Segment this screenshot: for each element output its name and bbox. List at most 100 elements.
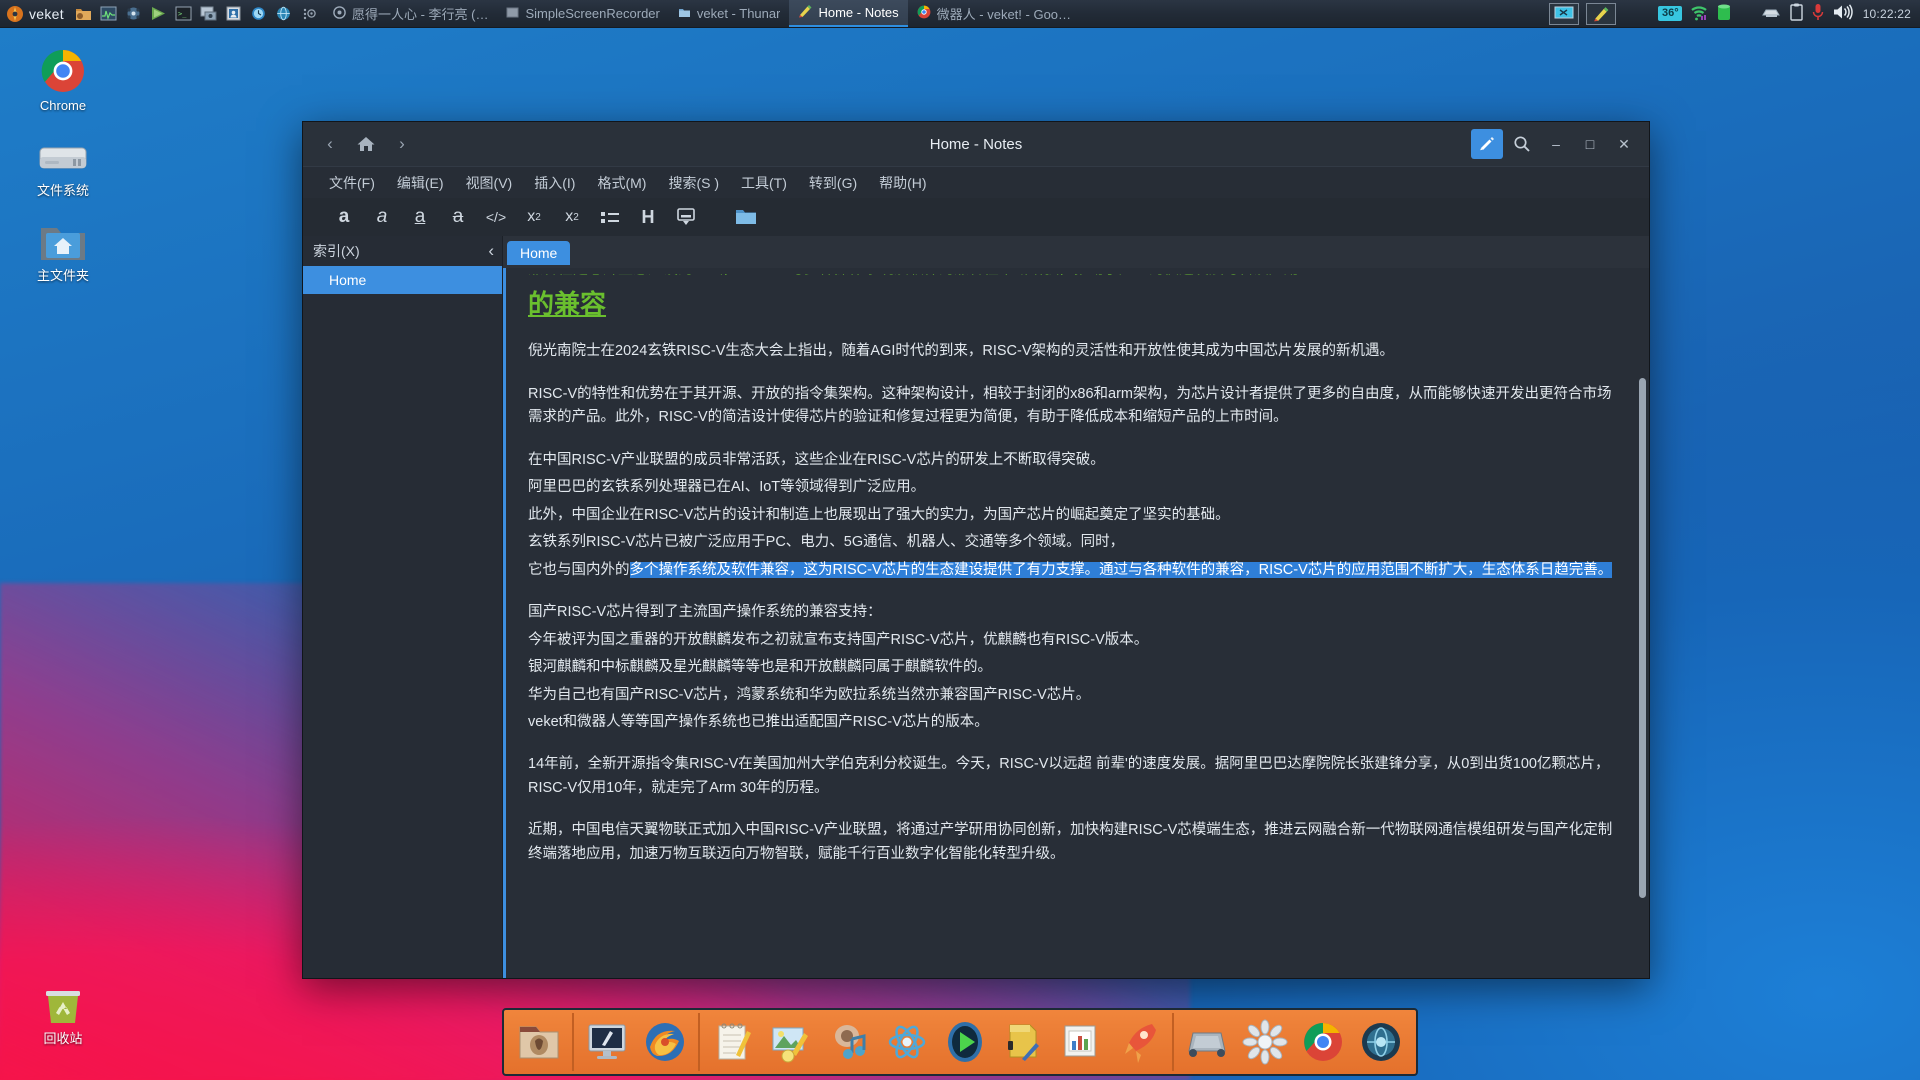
- menu-edit[interactable]: 编辑(E): [397, 173, 444, 193]
- strikethrough-icon[interactable]: a: [443, 203, 473, 231]
- subscript-icon[interactable]: x2: [519, 203, 549, 231]
- microphone-icon[interactable]: [1811, 3, 1825, 24]
- desktop-icon-label: 回收站: [43, 1031, 83, 1046]
- settings-icon[interactable]: [1237, 1013, 1293, 1071]
- heading-icon[interactable]: H: [633, 203, 663, 231]
- minimize-button[interactable]: –: [1541, 129, 1571, 159]
- folder-icon[interactable]: [731, 203, 761, 231]
- sidebar-header: 索引(X) ‹: [303, 236, 502, 266]
- veket-menu-label[interactable]: veket: [29, 6, 64, 22]
- folder-icon: [678, 6, 691, 22]
- run-icon[interactable]: [148, 4, 170, 24]
- image-editor-icon[interactable]: [763, 1013, 819, 1071]
- temperature-badge[interactable]: 36°: [1658, 6, 1682, 21]
- desktop-monitor-icon[interactable]: [579, 1013, 635, 1071]
- chrome-icon[interactable]: [1295, 1013, 1351, 1071]
- terminal-icon[interactable]: >_: [173, 4, 195, 24]
- bold-icon[interactable]: a: [329, 203, 359, 231]
- menu-goto[interactable]: 转到(G): [809, 173, 857, 193]
- task-button[interactable]: veket - Thunar: [669, 0, 790, 27]
- battery-icon[interactable]: [1716, 3, 1732, 24]
- firefox-icon[interactable]: [637, 1013, 693, 1071]
- menu-view[interactable]: 视图(V): [466, 173, 513, 193]
- navigation-buttons: ‹ ›: [317, 131, 415, 157]
- notes-tray-icon[interactable]: [1586, 2, 1617, 25]
- paragraph-line: 银河麒麟和中标麒麟及星光麒麟等等也是和开放麒麟同属于麒麟软件的。: [528, 659, 992, 676]
- insert-box-icon[interactable]: [671, 203, 701, 231]
- clock-label[interactable]: 10:22:22: [1863, 7, 1911, 21]
- scrollbar-thumb[interactable]: [1639, 378, 1646, 898]
- volume-icon[interactable]: [1832, 3, 1854, 24]
- desktop-icon-recycle-bin[interactable]: 回收站: [12, 979, 114, 1047]
- dock-group: [576, 1013, 696, 1071]
- vm-icon[interactable]: [1179, 1013, 1235, 1071]
- close-button[interactable]: ✕: [1609, 129, 1639, 159]
- taskbar-task-list: 愿得一人心 - 李行亮 (… SimpleScreenRecorder veke…: [324, 0, 1549, 27]
- scrollbar-track[interactable]: [1637, 268, 1646, 978]
- task-button-active[interactable]: Home - Notes: [789, 0, 908, 27]
- office-icon[interactable]: [1053, 1013, 1109, 1071]
- desktop-icon-home-folder[interactable]: 主文件夹: [12, 216, 114, 284]
- forward-button[interactable]: ›: [389, 131, 415, 157]
- clipped-top-line: 兼容性是芯片生态建设的基础，RISC-V与多种操作系统及软件的兼容性不断增强，推…: [528, 274, 1619, 283]
- sidebar-item-label: Home: [329, 272, 367, 288]
- document-viewport[interactable]: 兼容性是芯片生态建设的基础，RISC-V与多种操作系统及软件的兼容性不断增强，推…: [503, 268, 1649, 978]
- menu-help[interactable]: 帮助(H): [879, 173, 926, 193]
- desktop-icon-chrome[interactable]: Chrome: [12, 46, 114, 114]
- wifi-icon[interactable]: [1689, 4, 1709, 24]
- notes-icon: [798, 4, 812, 21]
- search-icon[interactable]: [1507, 129, 1537, 159]
- superscript-icon[interactable]: x2: [557, 203, 587, 231]
- rocket-icon[interactable]: [1111, 1013, 1167, 1071]
- system-tray: 36° 10:22:22: [1549, 2, 1920, 25]
- maximize-button[interactable]: □: [1575, 129, 1605, 159]
- network-icon[interactable]: [273, 4, 295, 24]
- file-manager-icon[interactable]: [511, 1013, 567, 1071]
- tab-home[interactable]: Home: [507, 241, 571, 265]
- desktop-icon-filesystem[interactable]: 文件系统: [12, 131, 114, 199]
- music-icon[interactable]: [821, 1013, 877, 1071]
- chrome-icon: [12, 46, 114, 94]
- menu-dots-icon[interactable]: [298, 4, 320, 24]
- home-icon[interactable]: [353, 131, 379, 157]
- formatting-toolbar: a a a a </> x2 x2 H: [303, 198, 1649, 236]
- code-icon[interactable]: </>: [481, 203, 511, 231]
- task-button[interactable]: SimpleScreenRecorder: [497, 0, 668, 27]
- menu-format[interactable]: 格式(M): [597, 173, 646, 193]
- veket-logo-icon[interactable]: [6, 5, 24, 23]
- window-titlebar[interactable]: ‹ › Home - Notes – □ ✕: [303, 122, 1649, 166]
- text-editor-icon[interactable]: [995, 1013, 1051, 1071]
- globe-icon[interactable]: [1353, 1013, 1409, 1071]
- index-sidebar: 索引(X) ‹ Home: [303, 236, 503, 978]
- paragraph-line: 玄铁系列RISC-V芯片已被广泛应用于PC、电力、5G通信、机器人、交通等多个领…: [528, 534, 1125, 551]
- task-button[interactable]: 微器人 - veket! - Goo…: [908, 0, 1080, 27]
- menu-search[interactable]: 搜索(S ): [668, 173, 719, 193]
- italic-icon[interactable]: a: [367, 203, 397, 231]
- window-body: 索引(X) ‹ Home Home 兼容性是芯片生态建设的基础，RISC-V与多…: [303, 236, 1649, 978]
- system-monitor-icon[interactable]: [98, 4, 120, 24]
- contacts-icon[interactable]: [223, 4, 245, 24]
- sidebar-item-home[interactable]: Home: [303, 266, 502, 294]
- bullet-list-icon[interactable]: [595, 203, 625, 231]
- screen-capture-icon[interactable]: [1549, 2, 1580, 25]
- editor-pane: Home 兼容性是芯片生态建设的基础，RISC-V与多种操作系统及软件的兼容性不…: [503, 236, 1649, 978]
- screenshot-icon[interactable]: [198, 4, 220, 24]
- underline-icon[interactable]: a: [405, 203, 435, 231]
- media-player-icon[interactable]: [123, 4, 145, 24]
- clock-icon[interactable]: [248, 4, 270, 24]
- clipboard-icon[interactable]: [1789, 3, 1804, 24]
- menu-file[interactable]: 文件(F): [329, 173, 375, 193]
- pencil-icon[interactable]: [1471, 129, 1503, 159]
- atom-icon[interactable]: [879, 1013, 935, 1071]
- printer-icon[interactable]: [1760, 4, 1782, 23]
- notepad-icon[interactable]: [705, 1013, 761, 1071]
- sidebar-collapse-icon[interactable]: ‹: [488, 241, 494, 261]
- menu-tools[interactable]: 工具(T): [741, 173, 787, 193]
- menu-insert[interactable]: 插入(I): [534, 173, 575, 193]
- selected-text[interactable]: 多个操作系统及软件兼容，这为RISC-V芯片的生态建设提供了有力支撑。通过与各种…: [629, 561, 1613, 578]
- paragraph-line: 在中国RISC-V产业联盟的成员非常活跃，这些企业在RISC-V芯片的研发上不断…: [528, 451, 1105, 468]
- folder-icon[interactable]: [73, 4, 95, 24]
- task-button[interactable]: 愿得一人心 - 李行亮 (…: [324, 0, 498, 27]
- media-player-icon[interactable]: [937, 1013, 993, 1071]
- back-button[interactable]: ‹: [317, 131, 343, 157]
